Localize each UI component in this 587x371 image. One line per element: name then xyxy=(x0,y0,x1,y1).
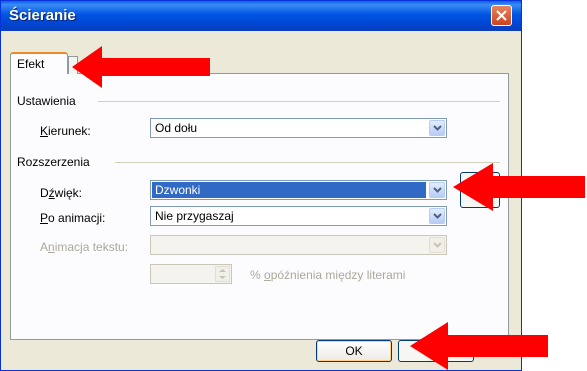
annotation-arrow-tab xyxy=(72,46,210,88)
chevron-down-icon xyxy=(432,242,442,248)
after-animation-select[interactable]: Nie przygaszaj xyxy=(150,206,447,226)
delay-spin-buttons xyxy=(215,266,230,282)
direction-value: Od dołu xyxy=(155,121,198,135)
annotation-arrow-sound xyxy=(453,163,585,211)
spin-arrows-icon xyxy=(219,269,226,279)
after-animation-value: Nie przygaszaj xyxy=(155,209,234,223)
annotation-arrow-ok xyxy=(410,322,548,370)
close-icon xyxy=(496,10,507,21)
window-title: Ścieranie xyxy=(9,7,76,24)
ok-button[interactable]: OK xyxy=(316,340,392,362)
after-animation-label: Po animacji: xyxy=(40,211,106,225)
group-extensions-divider xyxy=(115,162,500,163)
group-settings-divider xyxy=(98,101,500,102)
after-animation-dropdown-button[interactable] xyxy=(429,208,445,224)
delay-suffix-label: % opóźnienia między literami xyxy=(250,268,406,282)
direction-label: Kierunek: xyxy=(40,124,91,138)
sound-select[interactable]: Dzwonki xyxy=(150,180,447,200)
title-bar[interactable]: Ścieranie xyxy=(1,1,521,31)
sound-label: Dźwięk: xyxy=(40,186,83,200)
chevron-down-icon xyxy=(432,187,442,193)
chevron-down-icon xyxy=(432,125,442,131)
tab-effect[interactable]: Efekt xyxy=(10,52,68,74)
chevron-down-icon xyxy=(432,213,442,219)
group-extensions-label: Rozszerzenia xyxy=(17,155,90,169)
tab-effect-label: Efekt xyxy=(17,57,45,71)
close-button[interactable] xyxy=(491,5,512,26)
group-settings-label: Ustawienia xyxy=(17,94,76,108)
text-animation-dropdown-button xyxy=(429,237,445,253)
direction-select[interactable]: Od dołu xyxy=(150,118,447,138)
text-animation-label: Animacja tekstu: xyxy=(40,240,129,254)
sound-value: Dzwonki xyxy=(152,182,426,198)
sound-dropdown-button[interactable] xyxy=(429,182,445,198)
delay-spinner xyxy=(150,264,232,284)
direction-dropdown-button[interactable] xyxy=(429,120,445,136)
text-animation-select xyxy=(150,235,447,255)
